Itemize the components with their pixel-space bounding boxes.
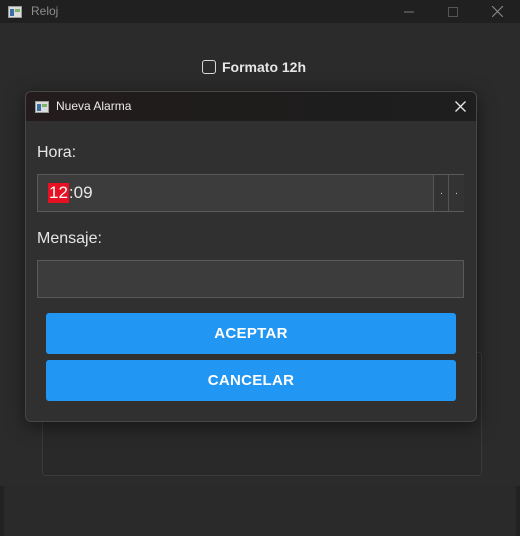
format-12h-label: Formato 12h <box>222 59 307 75</box>
close-icon <box>454 100 466 112</box>
close-icon <box>491 6 503 17</box>
title-bar[interactable]: Reloj <box>0 0 520 23</box>
time-input[interactable]: 12:09 · · <box>37 174 464 212</box>
new-alarm-dialog: Nueva Alarma Hora: 12:09 · · Mensaje: AC… <box>25 91 477 422</box>
hour-label: Hora: <box>37 144 77 161</box>
message-label: Mensaje: <box>37 230 102 247</box>
app-window-icon <box>8 5 22 18</box>
accept-button[interactable]: ACEPTAR <box>46 313 456 354</box>
window-title: Reloj <box>31 4 59 18</box>
accept-button-label: ACEPTAR <box>214 325 288 342</box>
dialog-app-icon <box>35 100 49 113</box>
maximize-icon <box>448 6 458 17</box>
time-spin-down-button[interactable]: · <box>448 175 464 211</box>
dialog-title-bar[interactable]: Nueva Alarma <box>26 92 476 121</box>
cancel-button[interactable]: CANCELAR <box>46 360 456 401</box>
time-spin-up-button[interactable]: · <box>433 175 449 211</box>
message-input[interactable] <box>37 260 464 298</box>
window-bottom-area <box>4 486 516 536</box>
cancel-button-label: CANCELAR <box>207 372 295 389</box>
format-12h-toggle[interactable]: Formato 12h <box>202 59 306 75</box>
minimize-button[interactable] <box>386 0 432 23</box>
dialog-title: Nueva Alarma <box>56 99 132 113</box>
dialog-close-button[interactable] <box>451 97 469 115</box>
minimize-icon <box>404 11 414 12</box>
format-12h-checkbox[interactable] <box>202 60 216 74</box>
time-minute-segment[interactable]: 09 <box>74 183 93 203</box>
close-button[interactable] <box>474 0 520 23</box>
maximize-button[interactable] <box>430 0 476 23</box>
time-hour-segment[interactable]: 12 <box>48 183 69 203</box>
